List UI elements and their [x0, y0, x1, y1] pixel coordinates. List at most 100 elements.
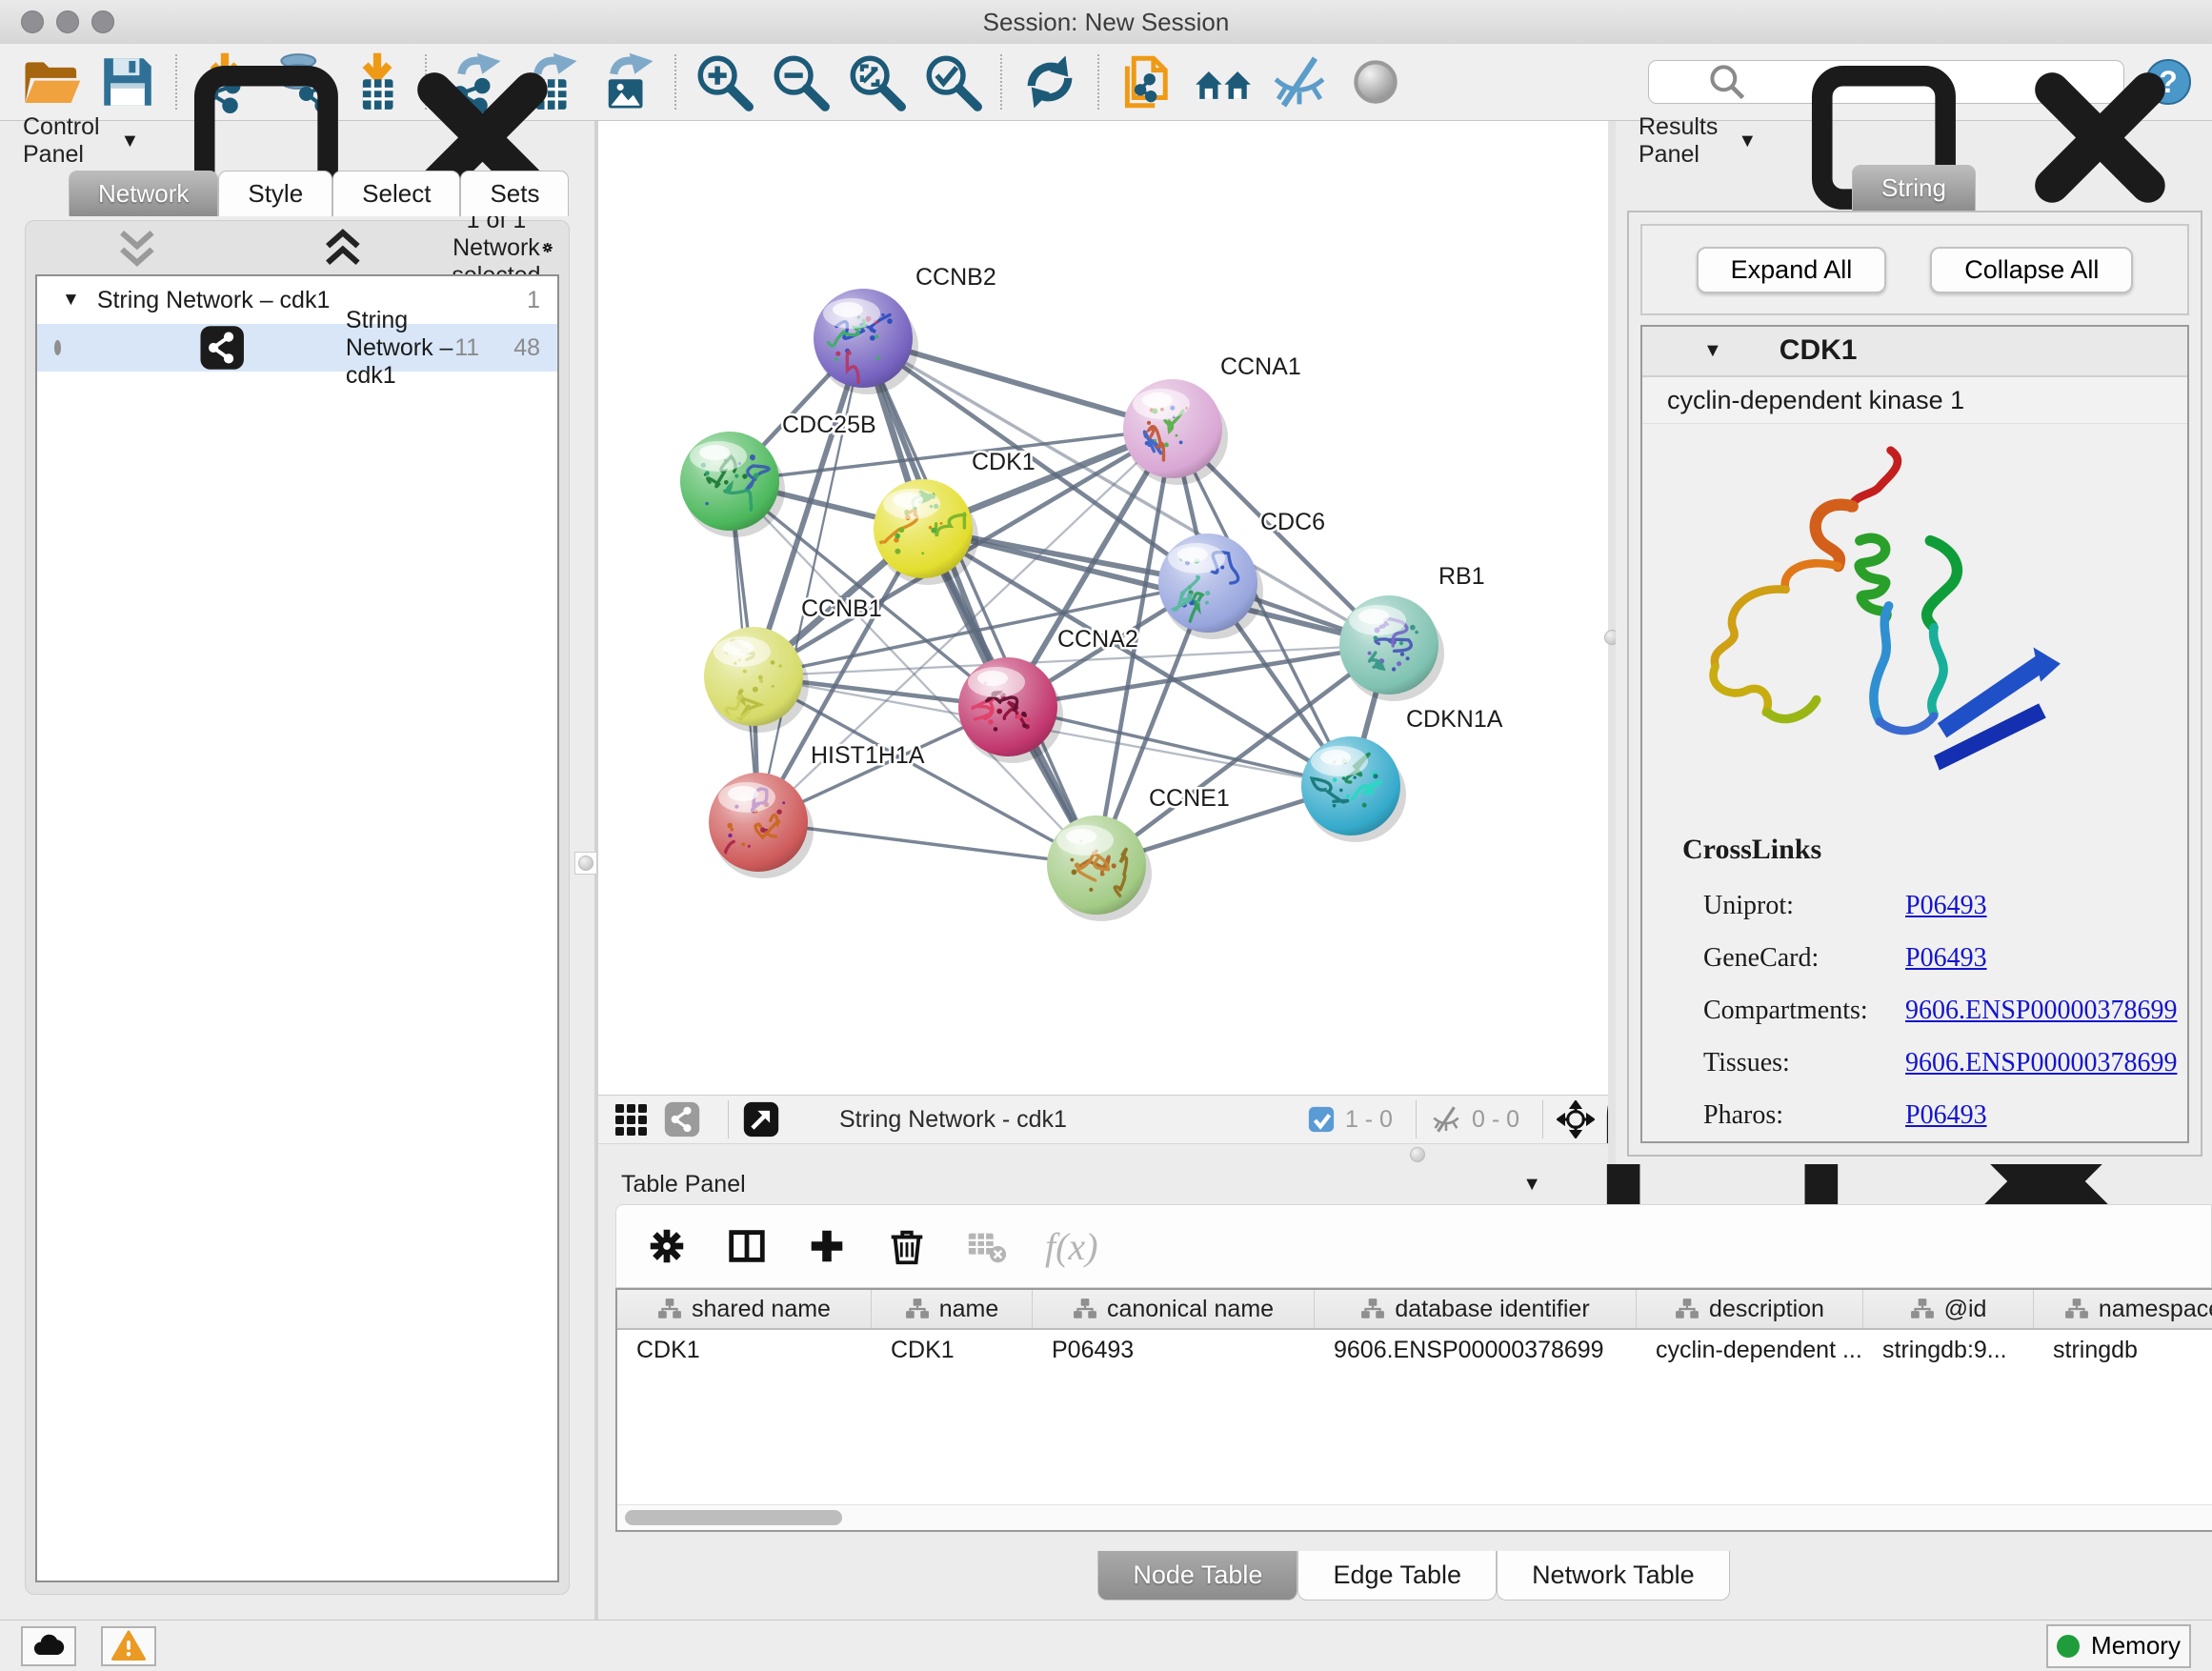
grid-icon [612, 1100, 650, 1138]
column-header-@id[interactable]: @id [1863, 1290, 2034, 1328]
node-table: shared namename canonical name database id… [615, 1288, 2212, 1532]
warnings-button[interactable] [101, 1626, 156, 1666]
refresh-icon [1012, 50, 1088, 113]
apply-layout-button[interactable] [1012, 50, 1088, 113]
grid-view-button[interactable] [612, 1100, 650, 1138]
collapse-all-button[interactable]: Collapse All [1930, 247, 2133, 293]
new-network-from-selection-button[interactable] [1109, 50, 1185, 113]
hidden-indicator-icon[interactable] [1430, 1103, 1462, 1136]
protein-card-header[interactable]: ▼ CDK1 [1642, 327, 2187, 377]
expand-all-networks-icon[interactable] [247, 221, 439, 274]
network-tree-root-row[interactable]: ▼ String Network – cdk1 1 [37, 276, 557, 324]
network-node-CDC6[interactable]: CDC6 [1158, 509, 1325, 639]
network-options-button[interactable] [541, 231, 554, 265]
table-panel-body: f(x) shared namename canonical name databa… [615, 1204, 2212, 1620]
panel-resize-handle[interactable] [574, 852, 597, 875]
network-tree-row[interactable]: String Network – cdk1 11 48 [37, 324, 557, 372]
table-cell: stringdb [2034, 1337, 2212, 1364]
network-node-RB1[interactable]: RB1 [1339, 563, 1485, 701]
column-label: canonical name [1107, 1296, 1274, 1323]
tab-edge-table[interactable]: Edge Table [1297, 1551, 1497, 1601]
function-builder-button[interactable]: f(x) [1045, 1224, 1098, 1268]
table-toolbar: f(x) [615, 1204, 2212, 1288]
horizontal-splitter[interactable] [598, 1143, 1608, 1164]
node-count: 11 [454, 334, 479, 362]
crosslinks-heading: CrossLinks [1682, 834, 2187, 866]
collapse-all-networks-icon[interactable] [41, 221, 233, 274]
show-all-button[interactable] [1337, 50, 1414, 113]
collection-count: 1 [527, 287, 540, 314]
zoom-in-button[interactable] [686, 50, 762, 113]
table-horizontal-scrollbar[interactable] [617, 1504, 2212, 1530]
delete-table-button[interactable] [965, 1224, 1009, 1268]
memory-status-button[interactable]: Memory [2046, 1624, 2191, 1668]
network-view-title: String Network - cdk1 [839, 1106, 1067, 1134]
tab-string[interactable]: String [1852, 165, 1976, 211]
zoom-out-button[interactable] [762, 50, 838, 113]
selected-indicator-checkbox[interactable] [1307, 1105, 1336, 1134]
show-columns-button[interactable] [725, 1224, 769, 1268]
crosslink-link[interactable]: P06493 [1905, 1100, 1987, 1131]
node-label: CDKN1A [1406, 706, 1503, 733]
network-view-toolbar: String Network - cdk1 1 - 0 0 - 0 [598, 1095, 1608, 1143]
tab-network-table[interactable]: Network Table [1497, 1551, 1730, 1601]
memory-label: Memory [2091, 1631, 2181, 1661]
column-type-icon [1675, 1297, 1699, 1321]
control-panel-header: Control Panel ▼ [0, 121, 594, 161]
network-node-CDK1[interactable]: CDK1 [874, 449, 1036, 585]
column-header-namespace[interactable]: namespace [2034, 1290, 2212, 1328]
column-header-name[interactable]: name [872, 1290, 1033, 1328]
tree-expand-caret-icon[interactable]: ▼ [62, 290, 80, 311]
crosslink-link[interactable]: 9606.ENSP00000378699 [1905, 1048, 2177, 1078]
crosslink-link[interactable]: P06493 [1905, 891, 1987, 921]
column-header-shared-name[interactable]: shared name [617, 1290, 872, 1328]
protein-description: cyclin-dependent kinase 1 [1642, 377, 2187, 425]
toolbar-separator [1000, 54, 1002, 110]
expand-all-button[interactable]: Expand All [1697, 247, 1887, 293]
documents-icon [1109, 50, 1185, 113]
export-image-button[interactable] [589, 50, 665, 113]
tab-sets[interactable]: Sets [460, 171, 569, 216]
first-neighbors-button[interactable] [1185, 50, 1261, 113]
network-node-CDKN1A[interactable]: CDKN1A [1301, 706, 1503, 842]
crosslink-link[interactable]: 9606.ENSP00000378699 [1905, 996, 2177, 1026]
table-row[interactable]: CDK1CDK1P064939606.ENSP00000378699cyclin… [617, 1330, 2212, 1370]
zoom-selected-button[interactable] [915, 50, 991, 113]
network-graph[interactable]: CCNB2 CCNA1 CDC25B CDK1 [598, 121, 1608, 1095]
network-node-CCNB1[interactable]: CCNB1 [704, 595, 882, 733]
export-image-icon [589, 50, 665, 113]
tab-network[interactable]: Network [69, 171, 218, 216]
detach-view-button[interactable] [742, 1100, 780, 1138]
hide-selection-button[interactable] [1261, 50, 1337, 113]
vertical-splitter[interactable] [1608, 121, 1616, 1164]
column-header-description[interactable]: description [1637, 1290, 1863, 1328]
cloud-status-button[interactable] [21, 1626, 76, 1666]
panel-menu-caret-icon[interactable]: ▼ [1738, 131, 1757, 152]
add-column-button[interactable] [805, 1224, 849, 1268]
network-node-CCNB2[interactable]: CCNB2 [814, 264, 996, 403]
table-settings-button[interactable] [645, 1224, 689, 1268]
zoom-fit-button[interactable] [838, 50, 915, 113]
network-canvas[interactable]: CCNB2 CCNA1 CDC25B CDK1 [598, 121, 1608, 1095]
panel-menu-caret-icon[interactable]: ▼ [1522, 1174, 1541, 1196]
string-view-button[interactable] [663, 1100, 701, 1138]
collapse-caret-icon[interactable]: ▼ [1703, 340, 1722, 362]
network-node-CCNE1[interactable]: CCNE1 [1047, 785, 1230, 921]
delete-column-button[interactable] [885, 1224, 929, 1268]
crosslink-link[interactable]: P06493 [1905, 943, 1987, 974]
column-header-canonical-name[interactable]: canonical name [1033, 1290, 1315, 1328]
network-node-CCNA1[interactable]: CCNA1 [1123, 353, 1301, 485]
tab-style[interactable]: Style [218, 171, 332, 216]
open-session-button[interactable] [13, 50, 90, 113]
column-label: database identifier [1395, 1296, 1589, 1323]
column-type-icon [1360, 1297, 1385, 1321]
scrollbar-thumb[interactable] [625, 1510, 842, 1525]
network-node-HIST1H1A[interactable]: HIST1H1A [701, 742, 925, 878]
column-label: description [1709, 1296, 1824, 1323]
tab-select[interactable]: Select [332, 171, 460, 216]
column-header-database-identifier[interactable]: database identifier [1315, 1290, 1637, 1328]
crosslink-row: GeneCard:P06493 [1682, 932, 2187, 984]
splitter-dot-icon [1410, 1147, 1425, 1162]
tab-node-table[interactable]: Node Table [1097, 1551, 1297, 1601]
panel-menu-caret-icon[interactable]: ▼ [121, 131, 140, 152]
